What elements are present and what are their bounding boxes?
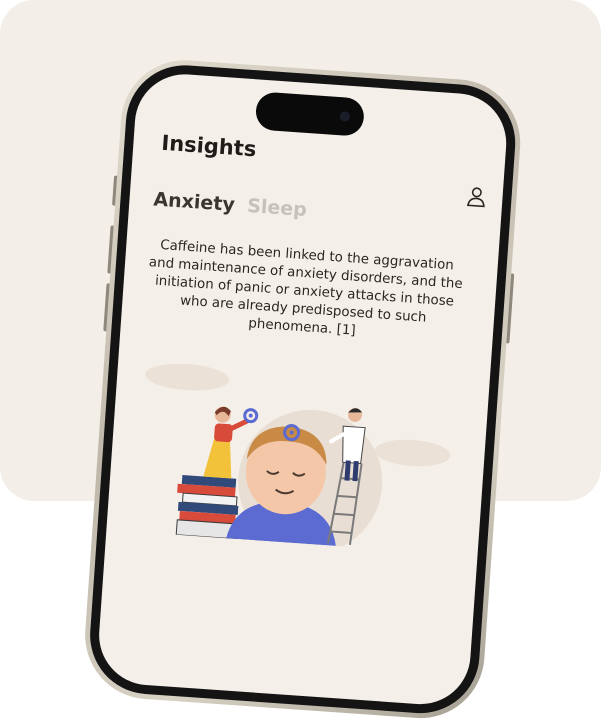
- app-screen: Insights Anxiety Sleep Caffeine has been…: [95, 70, 510, 708]
- tab-anxiety[interactable]: Anxiety: [153, 188, 236, 216]
- anxiety-illustration: [145, 363, 451, 554]
- insight-paragraph: Caffeine has been linked to the aggravat…: [148, 237, 464, 339]
- tab-sleep[interactable]: Sleep: [247, 195, 308, 221]
- profile-button[interactable]: [464, 184, 490, 210]
- cloud-left: [145, 363, 230, 391]
- cloud-right: [374, 439, 451, 467]
- topic-tabs: Anxiety Sleep: [153, 188, 314, 221]
- camera-icon: [339, 111, 351, 122]
- phone-mockup: Insights Anxiety Sleep Caffeine has been…: [80, 56, 525, 723]
- dynamic-island: [254, 91, 366, 137]
- page-title: Insights: [160, 130, 258, 162]
- gear-icon: [243, 408, 259, 424]
- person-icon: [466, 187, 485, 208]
